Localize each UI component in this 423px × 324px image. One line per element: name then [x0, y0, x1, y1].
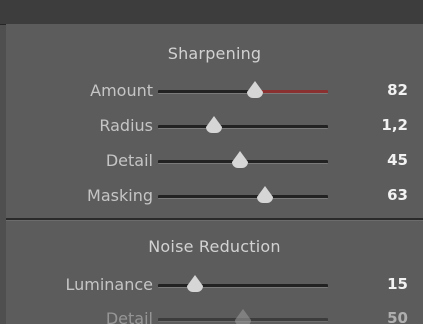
- luminance-slider-track[interactable]: [158, 275, 328, 292]
- slider-row-detail: Detail 45: [6, 147, 423, 175]
- sharpening-title: Sharpening: [167, 44, 262, 63]
- detail-slider-thumb[interactable]: [231, 151, 248, 168]
- detail-label: Detail: [105, 151, 153, 170]
- luminance-slider-thumb[interactable]: [187, 275, 204, 292]
- panel-header-bar: [0, 0, 423, 25]
- slider-row-amount: Amount 82: [6, 77, 423, 105]
- detail-slider-track[interactable]: [158, 151, 328, 168]
- sharpening-panel: Sharpening Amount 82 Radius 1,2 Detail 4…: [6, 24, 423, 220]
- slider-row-noise-detail: Detail 50: [6, 305, 423, 324]
- slider-row-masking: Masking 63: [6, 182, 423, 210]
- noise-detail-slider-track[interactable]: [158, 309, 328, 324]
- radius-slider-thumb[interactable]: [206, 116, 223, 133]
- amount-slider-track[interactable]: [158, 81, 328, 98]
- slider-row-luminance: Luminance 15: [6, 271, 423, 299]
- noise-reduction-title: Noise Reduction: [148, 237, 281, 256]
- radius-label: Radius: [99, 116, 153, 135]
- amount-label: Amount: [90, 81, 153, 100]
- noise-reduction-panel: Noise Reduction Luminance 15 Detail 50: [6, 220, 423, 324]
- radius-value[interactable]: 1,2: [381, 116, 408, 134]
- noise-detail-label: Detail: [105, 309, 153, 324]
- masking-label: Masking: [87, 186, 153, 205]
- amount-value[interactable]: 82: [387, 81, 408, 99]
- luminance-value[interactable]: 15: [387, 275, 408, 293]
- radius-slider-track[interactable]: [158, 116, 328, 133]
- masking-slider-thumb[interactable]: [257, 186, 274, 203]
- masking-slider-track[interactable]: [158, 186, 328, 203]
- luminance-label: Luminance: [65, 275, 153, 294]
- masking-value[interactable]: 63: [387, 186, 408, 204]
- slider-row-radius: Radius 1,2: [6, 112, 423, 140]
- noise-detail-value[interactable]: 50: [387, 309, 408, 324]
- detail-value[interactable]: 45: [387, 151, 408, 169]
- amount-slider-thumb[interactable]: [246, 81, 263, 98]
- noise-detail-slider-thumb[interactable]: [235, 309, 251, 324]
